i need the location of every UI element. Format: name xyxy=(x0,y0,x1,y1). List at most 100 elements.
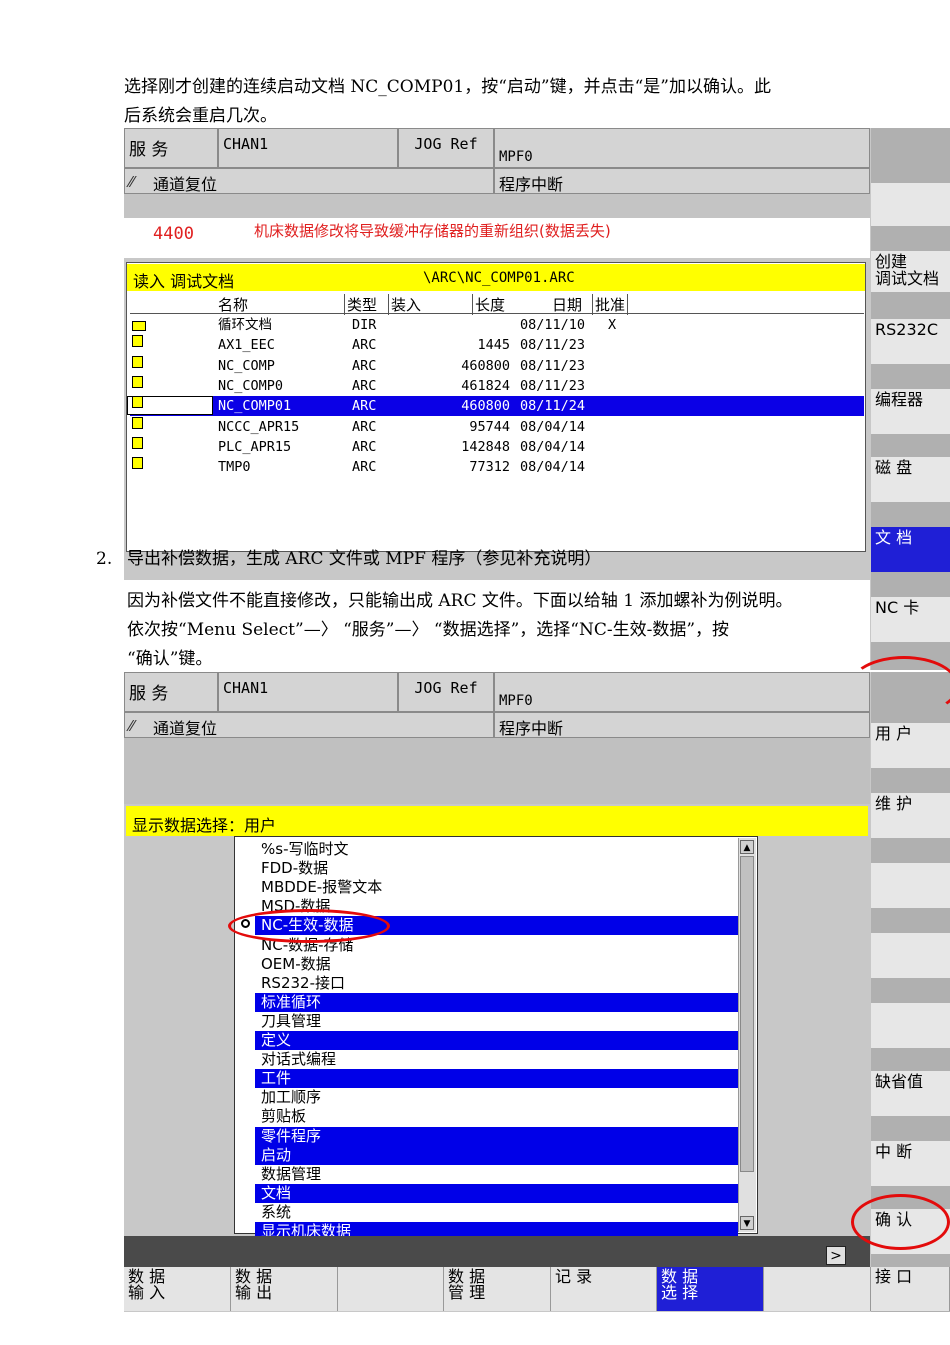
file-row[interactable]: NC_COMP0 ARC 461824 08/11/23 xyxy=(130,375,864,396)
softkey-2[interactable]: RS232C xyxy=(871,318,950,364)
file-type: ARC xyxy=(352,459,377,476)
col-load[interactable]: 装入 xyxy=(388,294,421,315)
bottom-softkey-1[interactable]: 数 据 输 入 xyxy=(124,1267,231,1311)
col-name[interactable]: 名称 xyxy=(218,294,248,315)
file-row[interactable]: PLC_APR15 ARC 142848 08/04/14 xyxy=(130,436,864,457)
file-length: 460800 xyxy=(461,398,510,415)
channel-label: CHAN1 xyxy=(218,128,398,168)
bottom-softkey-6[interactable]: 数 据 选 择 xyxy=(657,1267,764,1311)
file-date: 08/11/23 xyxy=(520,337,586,354)
data-list-item[interactable]: 刀具管理 xyxy=(255,1012,738,1031)
file-row[interactable]: 循环文档 DIR 08/11/10 X xyxy=(130,315,864,335)
alarm-code: 4400 xyxy=(153,224,194,244)
data-list-item[interactable]: 定义 xyxy=(255,1031,738,1050)
bottom-softkey-4[interactable]: 数 据 管 理 xyxy=(444,1267,551,1311)
data-list-item[interactable]: 零件程序 xyxy=(255,1126,738,1146)
softkey-2-5[interactable] xyxy=(871,1002,950,1048)
file-name: PLC_APR15 xyxy=(218,438,292,455)
softkey-blank[interactable] xyxy=(871,182,950,226)
file-length: 77312 xyxy=(469,459,510,476)
softkey-5[interactable]: 文 档 xyxy=(871,526,950,572)
softkey-1[interactable]: 创建 调试文档 xyxy=(871,250,950,292)
bottom-softkey-2[interactable]: 数 据 输 出 xyxy=(231,1267,338,1311)
file-type: ARC xyxy=(352,418,377,435)
scroll-down-icon[interactable]: ▼ xyxy=(740,1216,754,1230)
file-row[interactable]: NCCC_APR15 ARC 95744 08/04/14 xyxy=(130,416,864,437)
col-length[interactable]: 长度 xyxy=(472,294,505,315)
info-strip xyxy=(124,194,870,218)
highlight-circle-top xyxy=(849,656,950,716)
softkey-2-1[interactable]: 用 户 xyxy=(871,722,950,768)
file-icon xyxy=(132,457,143,470)
channel-status-text-2: 通道复位 xyxy=(153,719,218,738)
channel-label-2: CHAN1 xyxy=(218,672,398,712)
file-length: 142848 xyxy=(461,438,510,455)
area-label-2: 服 务 xyxy=(124,672,218,712)
program-label-2: MPF0 xyxy=(494,672,870,712)
data-list-item[interactable]: 剪贴板 xyxy=(255,1107,738,1126)
file-type: ARC xyxy=(352,337,377,354)
data-list-item[interactable]: 启动 xyxy=(255,1145,738,1165)
softkey-2-6[interactable]: 缺省值 xyxy=(871,1070,950,1116)
paragraph-2-line-2: 依次按“Menu Select”—〉 “服务”—〉 “数据选择”，选择“NC-生… xyxy=(127,620,730,640)
data-list-item[interactable]: 标准循环 xyxy=(255,992,738,1012)
softkey-4[interactable]: 磁 盘 xyxy=(871,456,950,502)
bottom-softkey-8[interactable]: 接 口 xyxy=(871,1267,950,1311)
file-name: NC_COMP xyxy=(218,357,275,374)
softkey-3[interactable]: 编程器 xyxy=(871,388,950,434)
file-type: ARC xyxy=(352,438,377,455)
more-arrow-icon[interactable]: > xyxy=(826,1246,846,1265)
bottom-softkey-7[interactable] xyxy=(764,1267,871,1311)
program-status: 程序中断 xyxy=(494,168,870,194)
data-list-item[interactable]: 数据管理 xyxy=(255,1165,738,1184)
file-panel-title: 读入 调试文档 xyxy=(133,272,235,291)
file-length: 1445 xyxy=(477,337,510,354)
file-name: NCCC_APR15 xyxy=(218,418,300,435)
file-icon xyxy=(132,375,143,388)
file-date: 08/11/24 xyxy=(520,398,586,415)
paragraph-2-line-3: “确认”键。 xyxy=(127,649,213,669)
col-date[interactable]: 日期 xyxy=(552,294,582,315)
col-approve[interactable]: 批准 xyxy=(592,294,629,315)
program-label: MPF0 xyxy=(494,128,870,168)
data-list-item[interactable]: %s-写临时文 xyxy=(255,840,738,859)
scroll-up-icon[interactable]: ▲ xyxy=(740,840,754,854)
file-date: 08/04/14 xyxy=(520,418,586,435)
softkey-2-3[interactable] xyxy=(871,862,950,908)
file-type: ARC xyxy=(352,357,377,374)
file-row[interactable]: NC_COMP ARC 460800 08/11/23 xyxy=(130,355,864,376)
data-list-item[interactable]: MBDDE-报警文本 xyxy=(255,878,738,897)
data-list-item[interactable]: 系统 xyxy=(255,1203,738,1222)
alarm-text: 机床数据修改将导致缓冲存储器的重新组织(数据丢失) xyxy=(254,222,611,240)
paragraph-1-line-1: 选择刚才创建的连续启动文档 NC_COMP01，按“启动”键，并点击“是”加以确… xyxy=(124,77,771,97)
file-panel-title-bar: 读入 调试文档 \ARC\NC_COMP01.ARC xyxy=(127,264,865,291)
bottom-strip xyxy=(124,1236,870,1267)
bottom-softkey-5[interactable]: 记 录 xyxy=(551,1267,657,1311)
bottom-softkey-3[interactable] xyxy=(338,1267,444,1311)
data-list-item[interactable]: 对话式编程 xyxy=(255,1050,738,1069)
data-list-item[interactable]: 工件 xyxy=(255,1069,738,1089)
scroll-thumb[interactable] xyxy=(740,856,754,1172)
data-list-item[interactable]: 文档 xyxy=(255,1183,738,1203)
softkey-2-2[interactable]: 维 护 xyxy=(871,792,950,838)
file-panel-path: \ARC\NC_COMP01.ARC xyxy=(423,270,575,286)
file-date: 08/11/10 xyxy=(520,317,586,333)
data-list-item[interactable]: FDD-数据 xyxy=(255,859,738,878)
program-status-2: 程序中断 xyxy=(494,712,870,738)
channel-status: ⁄⁄ 通道复位 xyxy=(124,168,494,194)
col-type[interactable]: 类型 xyxy=(344,294,377,315)
file-row[interactable]: AX1_EEC ARC 1445 08/11/23 xyxy=(130,335,864,355)
info-strip-2 xyxy=(124,738,870,804)
highlight-circle-confirm xyxy=(851,1194,950,1250)
file-row[interactable]: TMP0 ARC 77312 08/04/14 xyxy=(130,457,864,477)
data-list-item[interactable]: 加工顺序 xyxy=(255,1088,738,1107)
alarm-line: 4400 机床数据修改将导致缓冲存储器的重新组织(数据丢失) xyxy=(124,218,870,258)
softkey-2-7[interactable]: 中 断 xyxy=(871,1140,950,1186)
file-row[interactable]: NC_COMP01 ARC 460800 08/11/24 xyxy=(127,396,864,417)
softkey-2-4[interactable] xyxy=(871,932,950,978)
file-table-header: 名称 类型 装入 长度 日期 批准 xyxy=(130,294,864,315)
data-list-item[interactable]: OEM-数据 xyxy=(255,955,738,974)
softkey-6[interactable]: NC 卡 xyxy=(871,596,950,642)
data-list-item[interactable]: RS232-接口 xyxy=(255,974,738,993)
mode-label: JOG Ref xyxy=(398,128,494,168)
